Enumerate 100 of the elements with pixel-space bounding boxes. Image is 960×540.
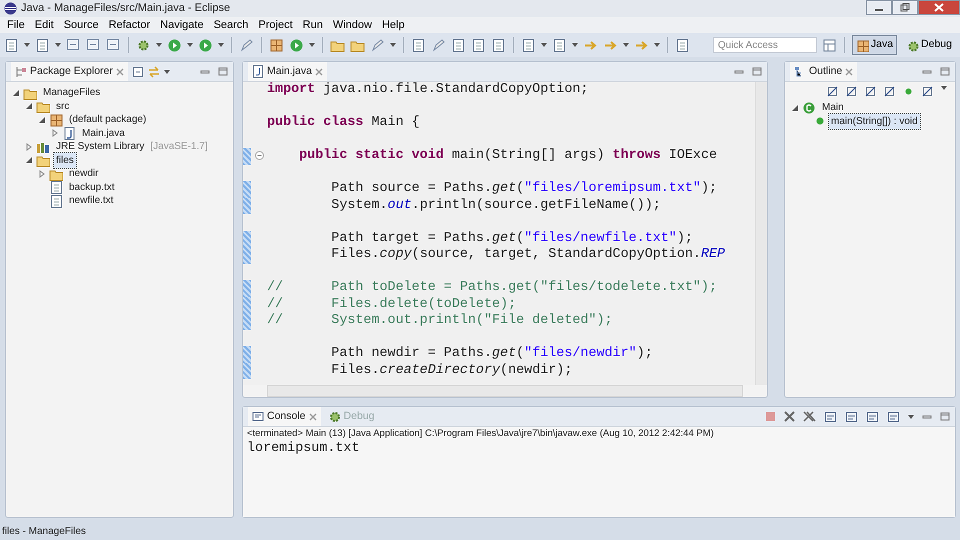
pen-icon[interactable]	[431, 38, 446, 52]
menu-item[interactable]: Window	[328, 16, 377, 34]
expanded-arrow-icon[interactable]	[38, 116, 46, 124]
document-icon[interactable]	[451, 38, 466, 52]
document-icon[interactable]	[471, 38, 486, 52]
collapsed-arrow-icon[interactable]	[38, 170, 46, 178]
menu-item[interactable]: Source	[58, 16, 104, 34]
dropdown-caret-icon[interactable]	[654, 43, 660, 47]
monitor-icon	[252, 410, 264, 422]
document-icon[interactable]	[552, 38, 567, 52]
code-line: // Path toDelete = Paths.get("files/todelete.txt");	[267, 280, 717, 296]
dropdown-caret-icon[interactable]	[164, 70, 170, 74]
collapsed-arrow-icon[interactable]	[25, 142, 33, 151]
run-icon[interactable]	[198, 38, 213, 52]
dropdown-caret-icon[interactable]	[218, 43, 224, 47]
code-line: Files.createDirectory(newdir);	[330, 362, 572, 379]
dropdown-caret-icon[interactable]	[623, 43, 629, 47]
close-button[interactable]	[918, 0, 960, 15]
tree-item[interactable]: files	[53, 152, 77, 169]
dropdown-caret-icon[interactable]	[24, 43, 30, 47]
close-icon[interactable]	[116, 68, 124, 76]
menu-item[interactable]: Search	[208, 16, 254, 34]
menu-item[interactable]: Navigate	[155, 16, 209, 34]
minimize-icon[interactable]	[922, 412, 932, 420]
run-icon[interactable]	[167, 38, 182, 52]
expanded-arrow-icon[interactable]	[12, 88, 20, 97]
menu-item[interactable]: Edit	[30, 16, 59, 34]
pen-icon[interactable]	[370, 38, 385, 52]
remove-icon[interactable]	[784, 411, 795, 422]
close-icon[interactable]	[845, 68, 854, 76]
pen-icon[interactable]	[239, 38, 254, 52]
tab-label: Main.java	[267, 64, 312, 79]
document-icon[interactable]	[521, 38, 536, 52]
maximize-icon[interactable]	[752, 67, 762, 76]
dropdown-caret-icon[interactable]	[541, 43, 547, 47]
dropdown-caret-icon[interactable]	[908, 414, 914, 418]
dropdown-caret-icon[interactable]	[941, 86, 947, 90]
expanded-arrow-icon[interactable]	[25, 102, 33, 110]
minimize-icon[interactable]	[922, 68, 932, 76]
view-tab[interactable]: Console	[248, 407, 321, 426]
document-icon[interactable]	[491, 38, 506, 52]
dropdown-caret-icon[interactable]	[187, 43, 193, 47]
fold-minus-icon[interactable]	[255, 151, 264, 160]
dropdown-caret-icon[interactable]	[309, 43, 315, 47]
expanded-arrow-icon[interactable]	[25, 156, 33, 164]
menu-item[interactable]: Refactor	[104, 16, 156, 34]
dropdown-caret-icon[interactable]	[390, 43, 396, 47]
tab-label: Package Explorer	[30, 64, 113, 79]
view-tab[interactable]: Outline	[790, 62, 858, 81]
text-file-icon	[49, 180, 63, 194]
close-icon[interactable]	[308, 412, 317, 420]
maximize-icon[interactable]	[940, 67, 950, 76]
change-marker	[243, 148, 251, 164]
dot-icon[interactable]	[903, 86, 914, 97]
document-icon[interactable]	[411, 38, 426, 52]
console-status: <terminated> Main (13) [Java Application] C:\Program Files\Java\jre7\bin\javaw.exe (Aug 10, 2012 2:42:44 PM)	[247, 427, 715, 441]
package-icon	[49, 112, 63, 127]
code-line: Path target = Paths.get("files/newfile.txt");	[330, 230, 693, 247]
close-icon[interactable]	[314, 68, 323, 76]
code-line: Files.copy(source, target, StandardCopyOption.REP	[330, 247, 726, 264]
dropdown-caret-icon[interactable]	[55, 43, 61, 47]
new-file-icon[interactable]	[35, 38, 50, 52]
maximize-button[interactable]	[892, 0, 918, 15]
menu-item[interactable]: File	[2, 16, 30, 34]
horizontal-scrollbar[interactable]	[267, 385, 743, 397]
menu-item[interactable]: Run	[298, 16, 328, 34]
quick-access-field[interactable]: Quick Access	[712, 37, 817, 53]
perspective-button[interactable]: Java	[852, 35, 898, 55]
collapsed-arrow-icon[interactable]	[51, 129, 59, 138]
remove-all-icon[interactable]	[803, 411, 816, 422]
menu-item[interactable]: Project	[253, 16, 298, 34]
hierarchy-icon	[15, 66, 27, 78]
document-icon[interactable]	[675, 38, 690, 52]
menu-item[interactable]: Help	[376, 16, 410, 34]
view-tab[interactable]: Package Explorer	[11, 62, 128, 81]
perspective-button[interactable]: Debug	[902, 35, 956, 55]
tree-item[interactable]: main(String[]) : void	[828, 112, 921, 130]
maximize-icon[interactable]	[940, 412, 950, 421]
run-icon[interactable]	[289, 38, 304, 52]
restore-icon	[900, 3, 910, 12]
code-line: import java.nio.file.StandardCopyOption;	[267, 82, 588, 98]
package-icon[interactable]	[269, 38, 284, 52]
minimize-icon[interactable]	[734, 68, 744, 76]
close-icon	[934, 3, 944, 12]
dropdown-caret-icon[interactable]	[156, 43, 162, 47]
method-dot-icon	[815, 116, 825, 126]
minimize-button[interactable]	[866, 0, 892, 15]
text-file-icon	[49, 194, 63, 208]
console-output: loremipsum.txt	[247, 441, 360, 458]
code-line: public class Main {	[267, 115, 420, 132]
code-line: public static void main(String[] args) throws IOExce	[298, 148, 718, 164]
minimize-icon[interactable]	[200, 68, 210, 76]
expanded-arrow-icon[interactable]	[791, 104, 799, 112]
dropdown-caret-icon[interactable]	[572, 43, 578, 47]
open-perspective-icon[interactable]	[822, 38, 837, 52]
maximize-icon[interactable]	[218, 67, 228, 76]
new-file-icon[interactable]	[4, 38, 19, 52]
class-icon	[802, 100, 816, 115]
editor-tab[interactable]: Main.java	[248, 62, 327, 81]
vertical-scrollbar[interactable]	[755, 82, 767, 385]
